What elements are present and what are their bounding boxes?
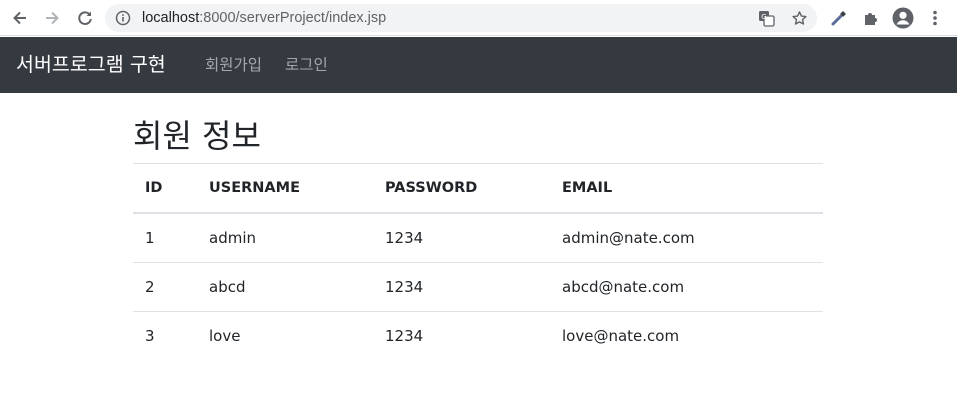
table-row: 1 admin 1234 admin@nate.com [133,213,823,263]
table-header-row: ID USERNAME PASSWORD EMAIL [133,163,823,214]
star-icon[interactable] [790,9,808,27]
cell-id: 2 [133,262,197,312]
navbar: 서버프로그램 구현 회원가입 로그인 [0,37,957,93]
browser-toolbar: localhost:8000/serverProject/index.jsp G [0,0,957,36]
cell-email: love@nate.com [562,327,680,345]
table-header: ID USERNAME PASSWORD EMAIL [133,163,823,214]
column-header-username: USERNAME [197,163,373,214]
nav-link-signup[interactable]: 회원가입 [205,37,262,93]
url-host: localhost [142,10,200,26]
table-row: 2 abcd 1234 abcd@nate.com [133,262,823,312]
cell-username: abcd [197,262,373,312]
column-header-password: PASSWORD [373,163,550,214]
address-bar[interactable]: localhost:8000/serverProject/index.jsp G [105,4,817,32]
puzzle-icon[interactable] [860,7,882,29]
cell-id: 1 [133,213,197,263]
cell-email: abcd@nate.com [550,262,823,312]
reload-icon[interactable] [74,7,96,29]
cell-username: admin [197,213,373,263]
cell-password: 1234 [373,262,550,312]
member-table: ID USERNAME PASSWORD EMAIL 1 admin 1234 … [133,163,823,360]
page-title: 회원 정보 [133,117,261,155]
forward-icon[interactable] [41,7,63,29]
column-header-email: EMAIL [550,163,823,214]
account-icon[interactable] [892,7,914,29]
cell-password: 1234 [385,327,424,345]
eyedropper-icon[interactable] [828,7,850,29]
back-icon[interactable] [9,7,31,29]
url-text[interactable]: localhost:8000/serverProject/index.jsp [142,4,386,32]
column-header-id: ID [133,163,197,214]
info-icon[interactable] [114,9,132,27]
table-body: 1 admin 1234 admin@nate.com 2 abcd 1234 … [133,213,823,360]
navbar-brand[interactable]: 서버프로그램 구현 [16,37,166,93]
url-path: :8000/serverProject/index.jsp [199,10,387,26]
cell-password: 1234 [373,213,550,263]
cell-id: 3 [145,327,155,345]
cell-username: love [209,327,241,345]
cell-email: admin@nate.com [550,213,823,263]
translate-icon[interactable]: G [757,9,775,27]
table-row: 3 love 1234 love@nate.com [133,312,823,361]
kebab-menu-icon[interactable] [924,7,946,29]
nav-link-login[interactable]: 로그인 [285,37,328,93]
svg-text:G: G [761,13,766,21]
